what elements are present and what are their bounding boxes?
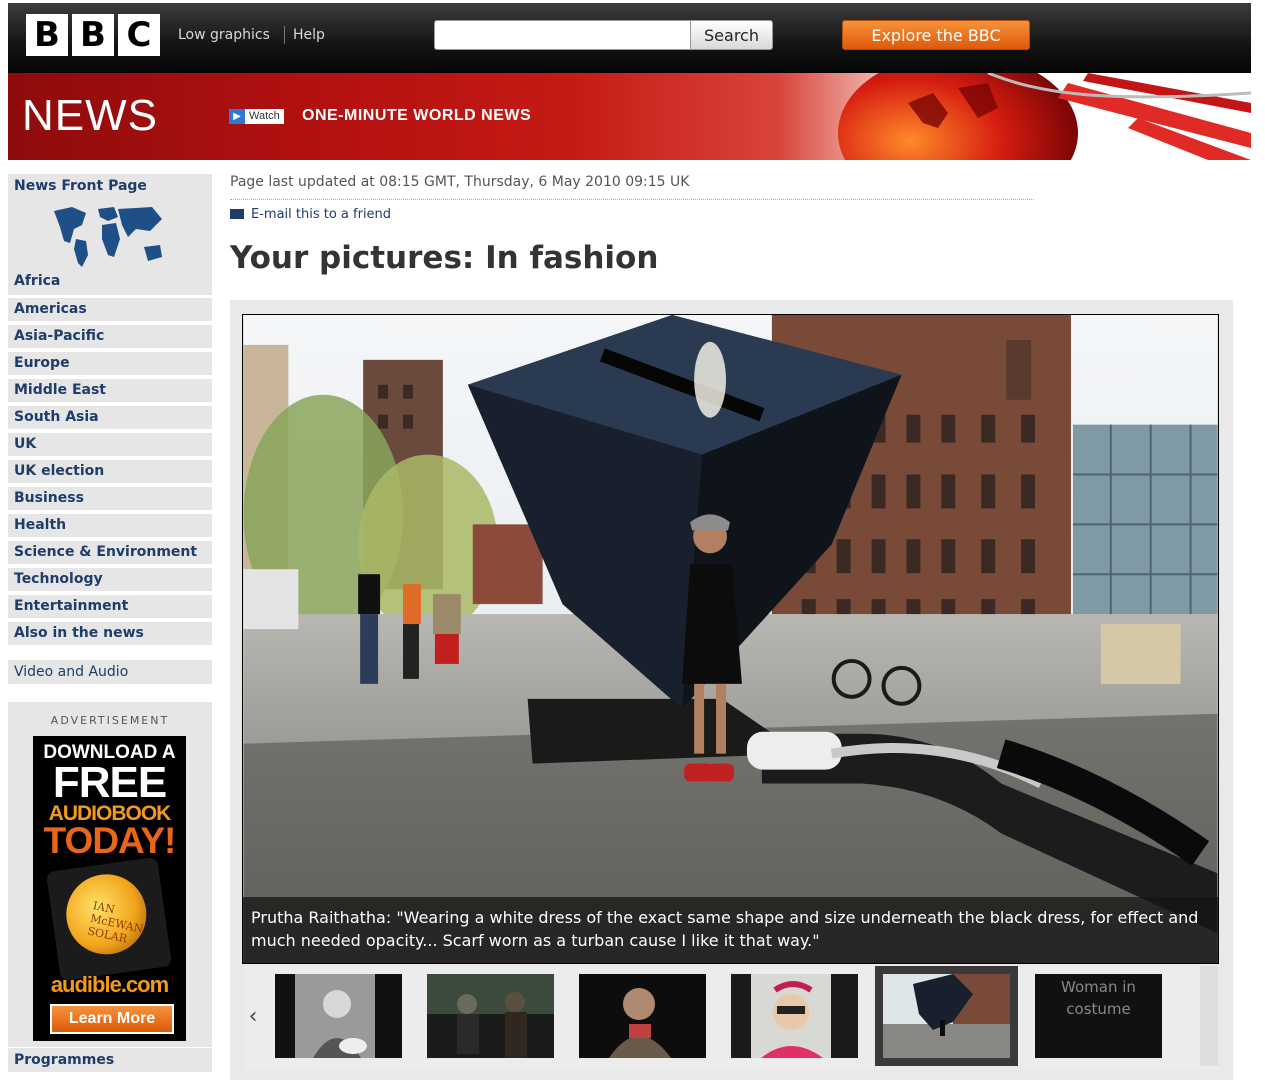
page-title: Your pictures: In fashion bbox=[230, 240, 659, 276]
sidebar-item-uk-election[interactable]: UK election bbox=[8, 460, 212, 483]
ad-brand: audible.com bbox=[50, 972, 169, 997]
thumbnail[interactable]: Woman in costume bbox=[1035, 974, 1162, 1058]
sidebar-item-africa[interactable]: Africa bbox=[14, 273, 60, 289]
thumbnail[interactable] bbox=[731, 974, 858, 1058]
globe-graphic bbox=[838, 73, 1251, 160]
sidebar-item-news-front-page[interactable]: News Front Page bbox=[14, 178, 147, 194]
sidebar-item-europe[interactable]: Europe bbox=[8, 352, 212, 375]
thumbnail-selected[interactable] bbox=[883, 974, 1010, 1058]
learn-more-button[interactable]: Learn More bbox=[50, 1004, 174, 1034]
watch-badge[interactable]: ▶ Watch bbox=[229, 109, 284, 124]
bbc-logo[interactable]: B B C bbox=[26, 14, 160, 56]
sidebar-item-video-audio[interactable]: Video and Audio bbox=[8, 660, 212, 684]
sidebar-item-programmes[interactable]: Programmes bbox=[8, 1048, 212, 1072]
advertisement-panel: ADVERTISEMENT DOWNLOAD A FREE AUDIOBOOK … bbox=[8, 702, 212, 1047]
main-photo[interactable] bbox=[242, 314, 1219, 964]
sidebar-item-uk[interactable]: UK bbox=[8, 433, 212, 456]
masthead-bar: B B C Low graphics Help Search Explore t… bbox=[8, 3, 1251, 73]
book-cover-orb: IAN McEWAN SOLAR bbox=[61, 869, 152, 960]
sidebar-item-americas[interactable]: Americas bbox=[8, 298, 212, 321]
explore-bbc-button[interactable]: Explore the BBC bbox=[842, 20, 1030, 50]
logo-letter: B bbox=[26, 14, 68, 56]
sidebar-item-health[interactable]: Health bbox=[8, 514, 212, 537]
last-updated-text: Page last updated at 08:15 GMT, Thursday… bbox=[230, 174, 690, 190]
help-link[interactable]: Help bbox=[293, 27, 325, 43]
sidebar-item-middle-east[interactable]: Middle East bbox=[8, 379, 212, 402]
thumbnail[interactable] bbox=[579, 974, 706, 1058]
logo-letter: C bbox=[118, 14, 160, 56]
sidebar-item-science-environment[interactable]: Science & Environment bbox=[8, 541, 212, 564]
photo-caption: Prutha Raithatha: "Wearing a white dress… bbox=[243, 897, 1218, 963]
email-friend-link[interactable]: E-mail this to a friend bbox=[251, 207, 391, 222]
audio-player-image: IAN McEWAN SOLAR bbox=[45, 856, 173, 982]
ad-headline-line2: FREE bbox=[52, 758, 167, 807]
news-banner: NEWS ▶ Watch ONE-MINUTE WORLD NEWS bbox=[8, 73, 1251, 160]
search-input[interactable] bbox=[434, 20, 690, 50]
advertisement-label: ADVERTISEMENT bbox=[50, 714, 170, 727]
book-title: IAN McEWAN SOLAR bbox=[86, 899, 145, 946]
thumbnail-scrollbar[interactable] bbox=[1200, 966, 1218, 1066]
sidebar-item-also-in-the-news[interactable]: Also in the news bbox=[8, 622, 212, 645]
thumbnail[interactable] bbox=[427, 974, 554, 1058]
envelope-icon[interactable] bbox=[230, 209, 244, 219]
link-divider bbox=[284, 26, 285, 44]
sidebar-front-page-block: News Front Page Africa bbox=[8, 174, 212, 295]
world-map-icon[interactable] bbox=[52, 203, 164, 269]
section-title[interactable]: NEWS bbox=[22, 91, 158, 141]
thumbnail[interactable] bbox=[275, 974, 402, 1058]
previous-arrow-icon[interactable]: ‹ bbox=[243, 1002, 263, 1032]
thumbnail-caption: Woman in costume bbox=[1061, 978, 1136, 1018]
ad-headline-line4: TODAY! bbox=[43, 820, 177, 861]
watch-label: Watch bbox=[245, 109, 284, 124]
sidebar-item-asia-pacific[interactable]: Asia-Pacific bbox=[8, 325, 212, 348]
sidebar-nav: Americas Asia-Pacific Europe Middle East… bbox=[8, 298, 212, 649]
watch-title-link[interactable]: ONE-MINUTE WORLD NEWS bbox=[302, 107, 531, 125]
play-icon: ▶ bbox=[229, 109, 245, 124]
sidebar-item-technology[interactable]: Technology bbox=[8, 568, 212, 591]
search-button[interactable]: Search bbox=[690, 20, 773, 50]
audiobook-advert[interactable]: DOWNLOAD A FREE AUDIOBOOK TODAY! IAN McE… bbox=[33, 736, 186, 1041]
sidebar-item-entertainment[interactable]: Entertainment bbox=[8, 595, 212, 618]
divider bbox=[230, 199, 1034, 200]
sidebar-item-south-asia[interactable]: South Asia bbox=[8, 406, 212, 429]
low-graphics-link[interactable]: Low graphics bbox=[178, 27, 270, 43]
logo-letter: B bbox=[72, 14, 114, 56]
sidebar-item-business[interactable]: Business bbox=[8, 487, 212, 510]
